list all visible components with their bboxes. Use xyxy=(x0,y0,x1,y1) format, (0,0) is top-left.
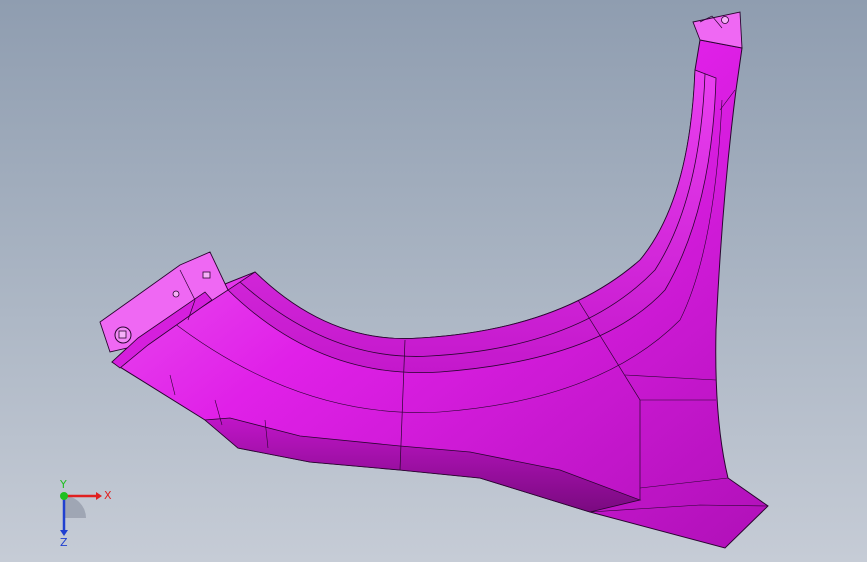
top-tab-hole-icon xyxy=(721,16,729,24)
y-axis-label: Y xyxy=(59,478,67,491)
y-axis-dot-icon xyxy=(60,492,68,500)
x-axis-arrow-icon xyxy=(96,492,102,500)
fender-part[interactable] xyxy=(99,11,769,549)
model-viewport[interactable] xyxy=(0,0,867,562)
z-axis-label: Z xyxy=(60,536,68,548)
bracket-pin-icon xyxy=(172,290,180,298)
axis-triad: X Z Y xyxy=(59,478,112,548)
bracket-tab-icon xyxy=(202,271,211,279)
x-axis-label: X xyxy=(104,489,112,502)
bracket-slot-icon xyxy=(118,330,127,339)
triad-shadow xyxy=(64,496,86,518)
